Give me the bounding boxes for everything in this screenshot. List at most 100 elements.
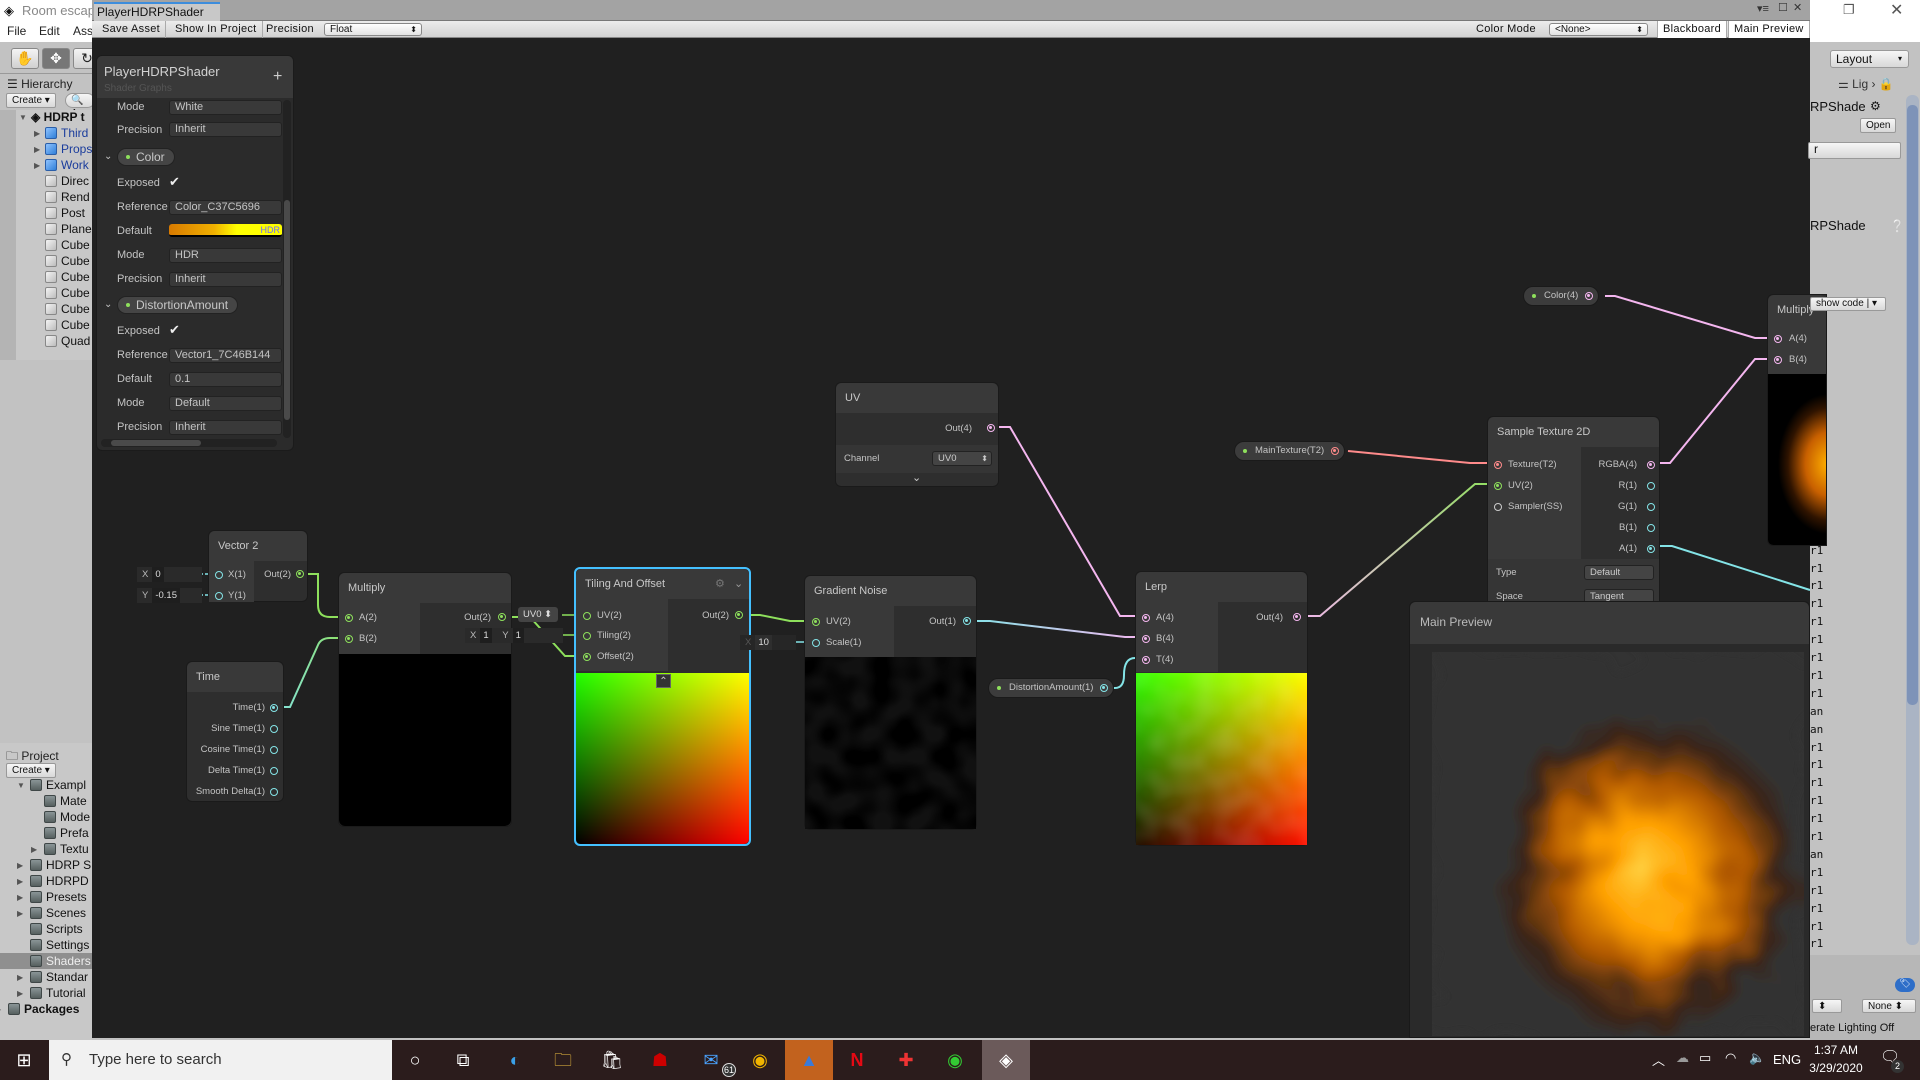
output-port-icon[interactable] — [1647, 523, 1655, 532]
port-icon[interactable] — [345, 634, 353, 643]
port-icon[interactable] — [1774, 334, 1782, 343]
output-port-icon[interactable] — [1293, 613, 1301, 621]
default-value-field[interactable]: 0.1 — [169, 372, 282, 387]
show-code-dropdown[interactable]: show code | ▾ — [1810, 297, 1886, 311]
output-port-icon[interactable] — [270, 724, 278, 733]
node-uv[interactable]: UV Out(4) Channel UV0 ⬍ ⌄ — [835, 382, 999, 487]
output-port-icon[interactable] — [987, 424, 995, 432]
node-multiply[interactable]: Multiply A(2) B(2) Out(2) — [338, 572, 512, 827]
port-uv[interactable]: UV(2) — [1488, 475, 1533, 496]
port-b[interactable]: B(2) — [339, 628, 377, 649]
port-sine-time-[interactable]: Sine Time(1) — [211, 718, 265, 739]
channel-dropdown[interactable]: UV0 ⬍ — [932, 451, 992, 466]
scrollbar-thumb[interactable] — [111, 440, 201, 446]
port-b[interactable]: B(4) — [1768, 349, 1807, 370]
tiling-inline-input[interactable]: X1 Y1 — [465, 628, 563, 643]
vector2-y-input[interactable]: Y -0.15 — [137, 588, 202, 603]
port-a-[interactable]: A(1) — [1619, 538, 1637, 559]
port-icon[interactable] — [1774, 355, 1782, 364]
port-icon[interactable] — [1142, 613, 1150, 622]
output-port-icon[interactable] — [1647, 460, 1655, 469]
output-port-icon[interactable] — [1331, 446, 1340, 455]
type-dropdown[interactable]: Default — [1584, 565, 1654, 580]
output-port-icon[interactable] — [735, 611, 743, 619]
node-tiling-and-offset[interactable]: Tiling And Offset ⚙ ⌄ UV(2) Tiling(2) Offs… — [574, 567, 751, 846]
port-smooth-delta-[interactable]: Smooth Delta(1) — [196, 781, 265, 802]
port-y[interactable]: Y(1) — [209, 585, 246, 606]
port-tiling[interactable]: Tiling(2) — [576, 625, 631, 646]
output-port-icon[interactable] — [270, 745, 278, 754]
port-texture[interactable]: Texture(T2) — [1488, 454, 1557, 475]
port-a[interactable]: A(2) — [339, 607, 377, 628]
output-port-icon[interactable] — [270, 703, 278, 712]
port-icon[interactable] — [1494, 502, 1502, 511]
exposed-checkbox[interactable]: ✔ — [169, 323, 182, 337]
mode-dropdown[interactable]: White — [169, 100, 282, 115]
port-r-[interactable]: R(1) — [1619, 475, 1637, 496]
output-port-icon[interactable] — [270, 766, 278, 775]
port-out[interactable]: Out(2) — [264, 564, 291, 585]
node-gradient-noise[interactable]: Gradient Noise UV(2) Scale(1) Out(1) — [804, 575, 977, 830]
output-port-icon[interactable] — [963, 617, 971, 625]
port-icon[interactable] — [812, 617, 820, 626]
precision-dropdown[interactable]: Inherit — [169, 272, 282, 287]
port-cosine-time-[interactable]: Cosine Time(1) — [201, 739, 265, 760]
output-port-icon[interactable] — [1647, 481, 1655, 490]
port-icon[interactable] — [583, 652, 591, 661]
port-icon[interactable] — [583, 631, 591, 640]
main-texture-property-node[interactable]: MainTexture(T2) — [1234, 441, 1346, 461]
port-icon[interactable] — [1494, 481, 1502, 490]
distortion-amount-property-node[interactable]: DistortionAmount(1) — [988, 678, 1115, 698]
port-x[interactable]: X(1) — [209, 564, 246, 585]
port-uv[interactable]: UV(2) — [805, 611, 851, 632]
precision-dropdown[interactable]: Inherit — [169, 420, 282, 435]
mode-dropdown[interactable]: Default — [169, 396, 282, 411]
vector2-x-input[interactable]: X0 — [137, 567, 202, 582]
collapse-distortion-chevron-icon[interactable]: ⌄ — [104, 299, 112, 310]
node-time[interactable]: Time Time(1) Sine Time(1) Cosine Time(1) De… — [186, 661, 284, 802]
node-lerp[interactable]: Lerp A(4) B(4) T(4) Out(4) — [1135, 571, 1308, 846]
port-g-[interactable]: G(1) — [1618, 496, 1637, 517]
port-icon[interactable] — [215, 570, 223, 579]
port-delta-time-[interactable]: Delta Time(1) — [208, 760, 265, 781]
port-rgba-[interactable]: RGBA(4) — [1598, 454, 1637, 475]
port-sampler[interactable]: Sampler(SS) — [1488, 496, 1562, 517]
output-port-icon[interactable] — [1585, 291, 1594, 300]
collapse-preview-icon[interactable]: ⌃ — [656, 674, 671, 688]
scale-inline-input[interactable]: X 10 — [740, 635, 796, 650]
port-out[interactable]: Out(1) — [929, 611, 956, 632]
expand-chevron-icon[interactable]: ⌄ — [912, 471, 921, 484]
port-out[interactable]: Out(4) — [1256, 607, 1283, 628]
output-port-icon[interactable] — [1647, 544, 1655, 553]
main-preview-panel[interactable]: Main Preview — [1409, 601, 1810, 1038]
color-property-node[interactable]: Color(4) — [1523, 286, 1600, 306]
output-port-icon[interactable] — [1647, 502, 1655, 511]
uv-channel-inline-dropdown[interactable]: UV0 ⬍ — [518, 607, 558, 622]
port-icon[interactable] — [345, 613, 353, 622]
chevron-down-icon[interactable]: ⌄ — [734, 569, 743, 599]
property-distortion-amount[interactable]: DistortionAmount — [117, 296, 239, 314]
port-time-[interactable]: Time(1) — [233, 697, 265, 718]
scrollbar-thumb[interactable] — [284, 200, 290, 420]
collapse-color-chevron-icon[interactable]: ⌄ — [104, 151, 112, 162]
port-icon[interactable] — [583, 611, 591, 620]
port-out[interactable]: Out(2) — [464, 607, 491, 628]
port-scale[interactable]: Scale(1) — [805, 632, 861, 653]
blackboard-horizontal-scrollbar[interactable] — [101, 439, 277, 447]
output-port-icon[interactable] — [270, 787, 278, 796]
mode-dropdown[interactable]: HDR — [169, 248, 282, 263]
reference-field[interactable]: Color_C37C5696 — [169, 200, 282, 215]
node-multiply-color[interactable]: Multiply A(4) B(4) — [1767, 294, 1827, 546]
port-offset[interactable]: Offset(2) — [576, 646, 634, 667]
output-port-icon[interactable] — [1100, 683, 1109, 692]
gear-icon[interactable]: ⚙ — [715, 569, 725, 599]
exposed-checkbox[interactable]: ✔ — [169, 175, 182, 189]
default-color-swatch[interactable]: HDR — [169, 224, 282, 237]
port-out[interactable]: Out(2) — [702, 605, 729, 626]
port-t[interactable]: T(4) — [1136, 649, 1173, 670]
output-port-icon[interactable] — [498, 613, 506, 621]
port-b-[interactable]: B(1) — [1619, 517, 1637, 538]
property-color[interactable]: Color — [117, 148, 175, 166]
port-a[interactable]: A(4) — [1768, 328, 1807, 349]
port-a[interactable]: A(4) — [1136, 607, 1174, 628]
